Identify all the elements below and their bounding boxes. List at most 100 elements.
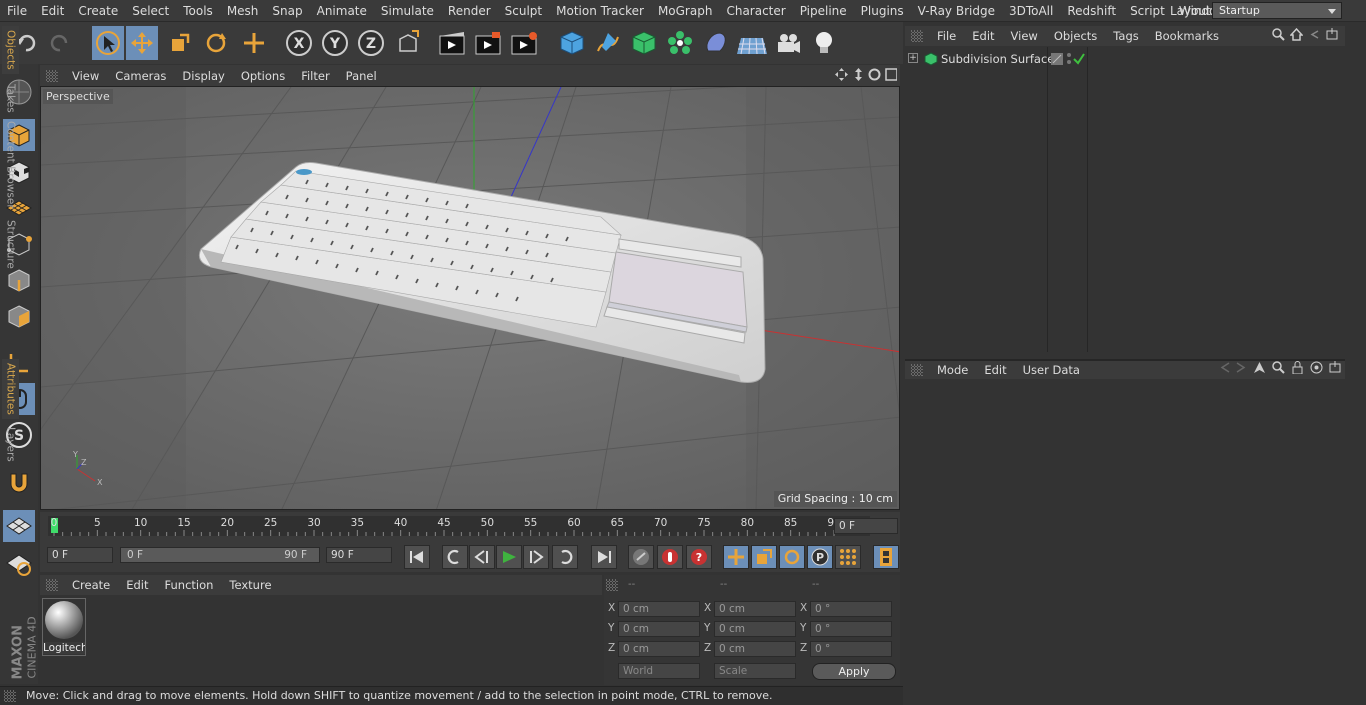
menu-tools[interactable]: Tools xyxy=(176,4,220,18)
menu-motion-tracker[interactable]: Motion Tracker xyxy=(549,4,651,18)
timeline-window-icon[interactable] xyxy=(873,545,899,569)
menu-v-ray-bridge[interactable]: V-Ray Bridge xyxy=(911,4,1002,18)
object-menu-file[interactable]: File xyxy=(929,29,964,43)
go-to-end-icon[interactable] xyxy=(591,545,617,569)
menu-pipeline[interactable]: Pipeline xyxy=(793,4,854,18)
floor-icon[interactable] xyxy=(736,26,768,60)
attr-search-icon[interactable] xyxy=(1272,361,1285,374)
coord-pos-x-field[interactable]: 0 cm xyxy=(618,601,700,617)
x-axis-lock-icon[interactable]: X xyxy=(283,26,315,60)
enabled-check-icon[interactable] xyxy=(1073,53,1085,65)
target-icon[interactable] xyxy=(1310,361,1323,374)
attributes-menu-edit[interactable]: Edit xyxy=(976,363,1014,377)
z-axis-lock-icon[interactable]: Z xyxy=(355,26,387,60)
coord-rot-y-field[interactable]: 0 ° xyxy=(810,621,892,637)
tab-attributes[interactable]: Attributes xyxy=(2,359,19,419)
lock-icon[interactable] xyxy=(1291,361,1304,374)
deformer-icon[interactable] xyxy=(700,26,732,60)
visibility-dots-icon[interactable] xyxy=(1065,52,1073,66)
locked-workplane-icon[interactable] xyxy=(3,547,35,579)
menu-3dtoall[interactable]: 3DToAll xyxy=(1002,4,1060,18)
start-frame-field[interactable]: 0 F xyxy=(47,547,113,563)
record-keys-icon[interactable] xyxy=(657,545,683,569)
menu-edit[interactable]: Edit xyxy=(34,4,71,18)
attributes-menu-user-data[interactable]: User Data xyxy=(1015,363,1088,377)
zoom-view-icon[interactable] xyxy=(852,68,865,81)
menu-character[interactable]: Character xyxy=(719,4,792,18)
scale-select[interactable]: Scale xyxy=(714,663,796,679)
key-pla-icon[interactable] xyxy=(835,545,861,569)
pen-spline-icon[interactable] xyxy=(592,26,624,60)
previous-frame-icon[interactable] xyxy=(469,545,495,569)
object-menu-edit[interactable]: Edit xyxy=(964,29,1002,43)
scale-tool-icon[interactable] xyxy=(164,26,196,60)
attributes-menu-mode[interactable]: Mode xyxy=(929,363,976,377)
next-key-icon[interactable] xyxy=(552,545,578,569)
material-menu-edit[interactable]: Edit xyxy=(118,578,156,592)
object-menu-bookmarks[interactable]: Bookmarks xyxy=(1147,29,1227,43)
object-grip[interactable] xyxy=(911,30,923,42)
layer-icon[interactable] xyxy=(1051,53,1063,65)
render-picture-viewer-icon[interactable] xyxy=(472,26,504,60)
menu-plugins[interactable]: Plugins xyxy=(854,4,911,18)
viewport-menu-panel[interactable]: Panel xyxy=(338,69,385,83)
world-select[interactable]: World xyxy=(618,663,700,679)
cube-object-icon[interactable] xyxy=(556,26,588,60)
coord-size-x-field[interactable]: 0 cm xyxy=(714,601,796,617)
menu-mograph[interactable]: MoGraph xyxy=(651,4,720,18)
render-settings-icon[interactable] xyxy=(508,26,540,60)
object-row[interactable]: + Subdivision Surface xyxy=(905,51,1343,67)
timeline[interactable]: 051015202530354045505560657075808590 0 F xyxy=(40,512,900,542)
tab-layers[interactable]: Layers xyxy=(2,424,19,464)
motion-recording-icon[interactable] xyxy=(628,545,654,569)
object-name[interactable]: Subdivision Surface xyxy=(941,52,1054,66)
viewport-menu-filter[interactable]: Filter xyxy=(293,69,337,83)
menu-snap[interactable]: Snap xyxy=(265,4,309,18)
frame-range-slider[interactable]: 0 F 90 F xyxy=(120,547,320,563)
key-scale-icon[interactable] xyxy=(751,545,777,569)
perspective-viewport[interactable]: Y X Z Perspective Grid Spacing : 10 cm xyxy=(40,86,900,510)
coord-pos-z-field[interactable]: 0 cm xyxy=(618,641,700,657)
cloner-icon[interactable] xyxy=(664,26,696,60)
layout-select[interactable]: Startup xyxy=(1212,2,1342,19)
autokeying-icon[interactable]: ? xyxy=(686,545,712,569)
menu-sculpt[interactable]: Sculpt xyxy=(498,4,549,18)
expand-icon[interactable]: + xyxy=(908,53,918,63)
new-view-icon[interactable] xyxy=(1326,28,1339,41)
move-tool-icon[interactable] xyxy=(126,26,158,60)
menu-render[interactable]: Render xyxy=(441,4,498,18)
timeline-ruler[interactable]: 051015202530354045505560657075808590 xyxy=(48,516,870,536)
key-rotation-icon[interactable] xyxy=(779,545,805,569)
tab-content-browser[interactable]: Content Browser xyxy=(2,120,19,210)
tab-structure[interactable]: Structure xyxy=(2,216,19,272)
material-menu-function[interactable]: Function xyxy=(157,578,222,592)
coord-size-y-field[interactable]: 0 cm xyxy=(714,621,796,637)
object-menu-view[interactable]: View xyxy=(1003,29,1046,43)
material-menu-create[interactable]: Create xyxy=(64,578,118,592)
coord-rot-x-field[interactable]: 0 ° xyxy=(810,601,892,617)
viewport-grip[interactable] xyxy=(46,69,58,82)
coord-size-z-field[interactable]: 0 cm xyxy=(714,641,796,657)
coord-pos-y-field[interactable]: 0 cm xyxy=(618,621,700,637)
polygons-mode-icon[interactable] xyxy=(3,300,35,332)
back-forward-icon[interactable] xyxy=(1219,361,1247,374)
viewport-menu-options[interactable]: Options xyxy=(233,69,293,83)
menu-animate[interactable]: Animate xyxy=(310,4,374,18)
material-grip[interactable] xyxy=(46,579,58,591)
menu-create[interactable]: Create xyxy=(71,4,125,18)
subdivision-surface-icon[interactable] xyxy=(628,26,660,60)
viewport-menu-display[interactable]: Display xyxy=(174,69,232,83)
coordinate-system-icon[interactable] xyxy=(392,26,424,60)
key-position-icon[interactable] xyxy=(723,545,749,569)
go-to-start-icon[interactable] xyxy=(404,545,430,569)
y-axis-lock-icon[interactable]: Y xyxy=(319,26,351,60)
end-frame-field[interactable]: 90 F xyxy=(326,547,392,563)
search-icon[interactable] xyxy=(1272,28,1285,41)
redo-icon[interactable] xyxy=(44,26,76,60)
object-menu-tags[interactable]: Tags xyxy=(1105,29,1146,43)
coords-grip[interactable] xyxy=(606,579,618,591)
current-frame-field[interactable]: 0 F xyxy=(834,518,898,534)
select-tool-icon[interactable] xyxy=(92,26,124,60)
menu-script[interactable]: Script xyxy=(1123,4,1172,18)
workplane-lock-icon[interactable] xyxy=(3,510,35,542)
